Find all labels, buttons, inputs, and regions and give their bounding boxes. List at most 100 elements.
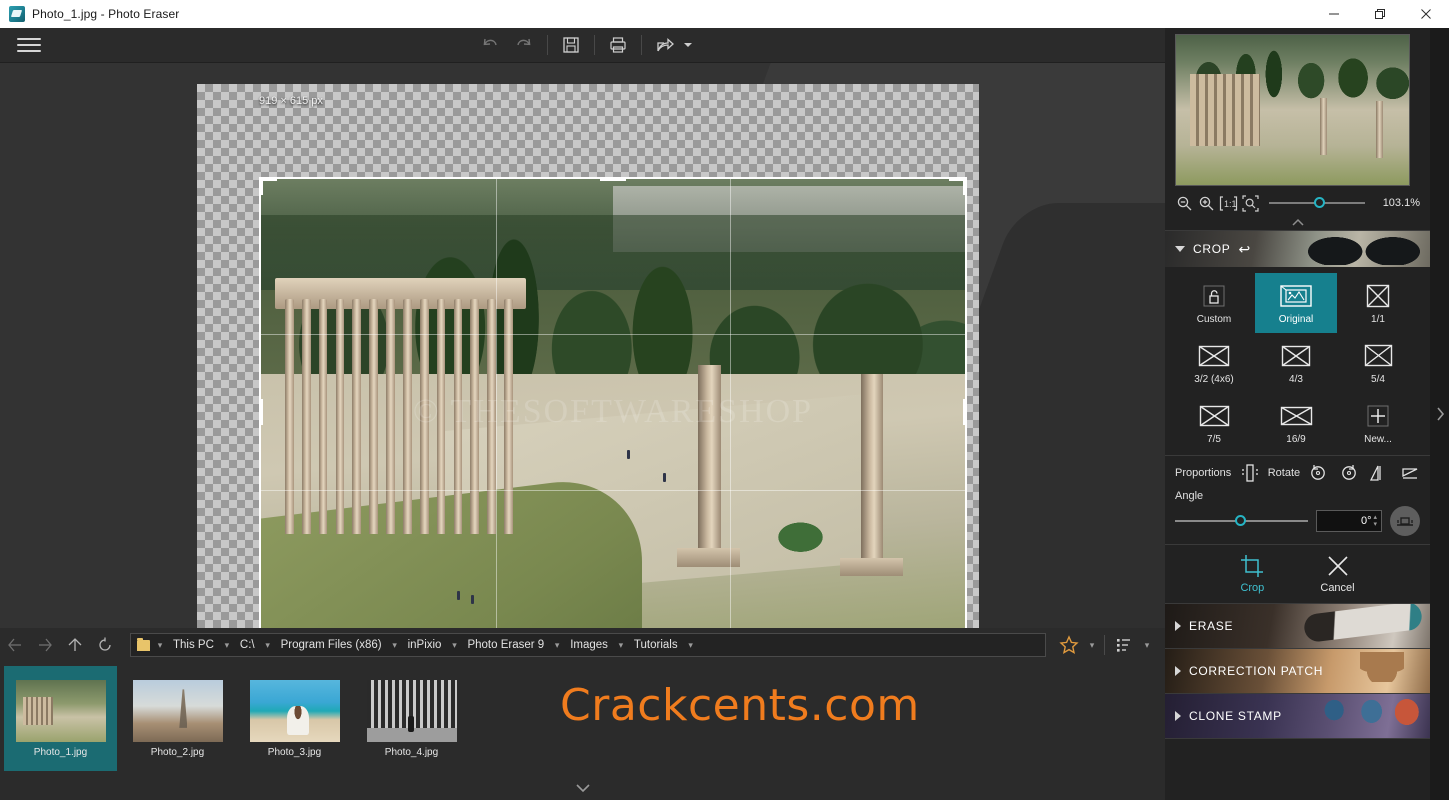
nav-back-button[interactable] bbox=[0, 632, 30, 658]
flip-vertical-icon[interactable] bbox=[1398, 462, 1422, 484]
crop-ratio-3-2[interactable]: 3/2 (4x6) bbox=[1173, 333, 1255, 393]
chevron-down-icon-5[interactable]: ▾ bbox=[613, 640, 629, 651]
crop-handle-right[interactable] bbox=[963, 399, 967, 425]
crop-handle-left[interactable] bbox=[259, 399, 263, 425]
hamburger-menu-icon[interactable] bbox=[16, 36, 42, 54]
plus-icon bbox=[1361, 402, 1395, 430]
crop-ratio-label-7-5: 7/5 bbox=[1207, 434, 1221, 445]
flip-horizontal-icon[interactable] bbox=[1367, 462, 1391, 484]
breadcrumb-item-0[interactable]: This PC bbox=[168, 639, 219, 651]
crop-ratio-1-1[interactable]: 1/1 bbox=[1337, 273, 1419, 333]
actual-size-1to1-icon[interactable]: 1:1 bbox=[1219, 194, 1238, 213]
filmstrip-item-photo-1[interactable]: Photo_1.jpg bbox=[4, 666, 117, 771]
navigator-collapse-button[interactable] bbox=[1165, 216, 1430, 230]
crop-ratio-16-9[interactable]: 16/9 bbox=[1255, 393, 1337, 453]
crop-apply-button[interactable]: Crop bbox=[1240, 554, 1264, 594]
crop-ratio-7-5[interactable]: 7/5 bbox=[1173, 393, 1255, 453]
angle-value: 0° bbox=[1361, 515, 1372, 527]
restore-button[interactable] bbox=[1357, 0, 1403, 28]
panel-expand-button[interactable] bbox=[1430, 28, 1449, 800]
crop-apply-label: Crop bbox=[1240, 582, 1264, 594]
chevron-down-icon-4[interactable]: ▾ bbox=[549, 640, 565, 651]
breadcrumb-item-3[interactable]: inPixio bbox=[403, 639, 447, 651]
filmstrip-item-photo-3[interactable]: Photo_3.jpg bbox=[238, 666, 351, 771]
angle-stepper[interactable]: ▴▾ bbox=[1373, 514, 1377, 528]
toolbar-center-group bbox=[0, 28, 1165, 63]
fit-to-screen-icon[interactable] bbox=[1241, 194, 1260, 213]
chevron-down-icon-3[interactable]: ▾ bbox=[446, 640, 462, 651]
filmstrip-collapse-button[interactable] bbox=[0, 775, 1165, 800]
crop-cancel-label: Cancel bbox=[1320, 582, 1354, 594]
breadcrumb-item-4[interactable]: Photo Eraser 9 bbox=[462, 639, 549, 651]
nav-refresh-button[interactable] bbox=[90, 632, 120, 658]
proportions-row: Proportions Rotate bbox=[1165, 456, 1430, 486]
reset-arrow-icon[interactable]: ↩ bbox=[1238, 241, 1250, 258]
minimize-button[interactable] bbox=[1311, 0, 1357, 28]
close-button[interactable] bbox=[1403, 0, 1449, 28]
favorites-dropdown-icon[interactable]: ▾ bbox=[1084, 640, 1100, 651]
breadcrumb[interactable]: ▾ This PC ▾ C:\ ▾ Program Files (x86) ▾ … bbox=[130, 633, 1046, 657]
print-icon[interactable] bbox=[601, 30, 635, 60]
straighten-level-icon[interactable] bbox=[1390, 506, 1420, 536]
angle-slider-handle[interactable] bbox=[1235, 515, 1246, 526]
redo-icon[interactable] bbox=[507, 30, 541, 60]
filmstrip-item-photo-2[interactable]: Photo_2.jpg bbox=[121, 666, 234, 771]
crop-ratio-5-4[interactable]: 5/4 bbox=[1337, 333, 1419, 393]
nav-forward-button[interactable] bbox=[30, 632, 60, 658]
section-header-clone-stamp[interactable]: CLONE STAMP bbox=[1165, 694, 1430, 738]
swap-orientation-icon[interactable] bbox=[1237, 462, 1261, 484]
zoom-in-icon[interactable] bbox=[1197, 194, 1216, 213]
section-header-correction-patch[interactable]: CORRECTION PATCH bbox=[1165, 649, 1430, 693]
section-header-crop[interactable]: CROP ↩ bbox=[1165, 231, 1430, 267]
undo-icon[interactable] bbox=[473, 30, 507, 60]
crop-selection-box[interactable] bbox=[259, 177, 967, 628]
main-toolbar bbox=[0, 28, 1165, 63]
section-header-erase[interactable]: ERASE bbox=[1165, 604, 1430, 648]
breadcrumb-item-5[interactable]: Images bbox=[565, 639, 613, 651]
chevron-down-icon-root[interactable]: ▾ bbox=[152, 640, 168, 651]
chevron-down-icon-2[interactable]: ▾ bbox=[387, 640, 403, 651]
view-dropdown-icon[interactable]: ▾ bbox=[1139, 640, 1155, 651]
chevron-down-icon-0[interactable]: ▾ bbox=[219, 640, 235, 651]
zoom-out-icon[interactable] bbox=[1175, 194, 1194, 213]
thumbnail-label-1: Photo_1.jpg bbox=[34, 747, 87, 758]
chevron-down-icon-1[interactable]: ▾ bbox=[260, 640, 276, 651]
crop-ratio-label-3-2: 3/2 (4x6) bbox=[1194, 374, 1233, 385]
toolbar-divider-2 bbox=[594, 35, 595, 55]
navigator-preview[interactable] bbox=[1175, 34, 1410, 186]
navigator-panel bbox=[1165, 28, 1430, 190]
nav-up-button[interactable] bbox=[60, 632, 90, 658]
zoom-slider[interactable] bbox=[1269, 194, 1365, 212]
filmstrip-item-photo-4[interactable]: Photo_4.jpg bbox=[355, 666, 468, 771]
angle-input[interactable]: 0° ▴▾ bbox=[1316, 510, 1382, 532]
rotate-label: Rotate bbox=[1268, 467, 1300, 479]
sort-list-icon[interactable] bbox=[1109, 632, 1139, 658]
share-button[interactable] bbox=[648, 30, 692, 60]
image-canvas[interactable]: 919 × 615 px bbox=[0, 63, 1165, 628]
toolbar-divider bbox=[547, 35, 548, 55]
save-icon[interactable] bbox=[554, 30, 588, 60]
crop-handle-top-right-v[interactable] bbox=[963, 177, 967, 195]
rotate-clockwise-icon[interactable] bbox=[1337, 462, 1361, 484]
toolbar-divider-3 bbox=[641, 35, 642, 55]
crop-ratio-custom[interactable]: Custom bbox=[1173, 273, 1255, 333]
chevron-down-icon-6[interactable]: ▾ bbox=[683, 640, 699, 651]
crop-ratio-new[interactable]: New... bbox=[1337, 393, 1419, 453]
zoom-slider-handle[interactable] bbox=[1314, 197, 1325, 208]
angle-slider[interactable] bbox=[1175, 513, 1308, 529]
crop-ratio-4-3[interactable]: 4/3 bbox=[1255, 333, 1337, 393]
crop-ratio-original[interactable]: Original bbox=[1255, 273, 1337, 333]
star-icon[interactable] bbox=[1054, 632, 1084, 658]
crop-handle-top[interactable] bbox=[600, 177, 626, 181]
thumbnail-label-3: Photo_3.jpg bbox=[268, 747, 321, 758]
title-bar: Photo_1.jpg - Photo Eraser bbox=[0, 0, 1449, 28]
breadcrumb-item-6[interactable]: Tutorials bbox=[629, 639, 683, 651]
crop-cancel-button[interactable]: Cancel bbox=[1320, 554, 1354, 594]
crop-ratio-label-4-3: 4/3 bbox=[1289, 374, 1303, 385]
photo-eraser-window: Photo_1.jpg - Photo Eraser bbox=[0, 0, 1449, 800]
rotate-counterclockwise-icon[interactable] bbox=[1306, 462, 1330, 484]
crop-ratio-label-1-1: 1/1 bbox=[1371, 314, 1385, 325]
breadcrumb-item-2[interactable]: Program Files (x86) bbox=[276, 639, 387, 651]
breadcrumb-item-1[interactable]: C:\ bbox=[235, 639, 260, 651]
crop-handle-top-left-v[interactable] bbox=[259, 177, 263, 195]
